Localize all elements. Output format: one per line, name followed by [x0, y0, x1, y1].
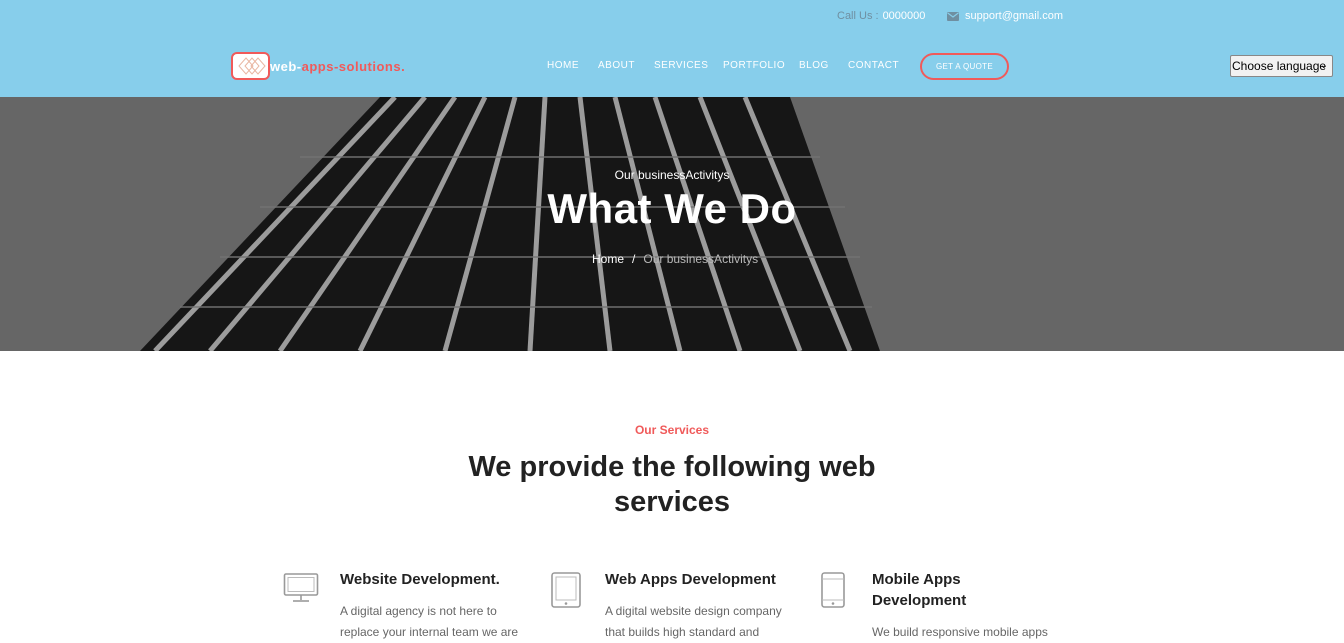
call-us: Call Us : 0000000 [837, 10, 925, 22]
top-info-bar: Call Us : 0000000 support@gmail.com [0, 0, 1344, 36]
support-email[interactable]: support@gmail.com [947, 10, 1063, 22]
logo-text-part1: web- [270, 58, 302, 74]
support-email-text: support@gmail.com [965, 10, 1063, 22]
breadcrumb: Home / Our businessActivitys [592, 252, 758, 266]
language-select-value: Choose language [1232, 59, 1327, 73]
service-title: Web Apps Development [605, 571, 776, 588]
nav-portfolio[interactable]: PORTFOLIO [723, 60, 799, 71]
get-a-quote-button[interactable]: GET A QUOTE [920, 53, 1009, 80]
service-description: A digital website design company [605, 604, 782, 618]
nav-services[interactable]: SERVICES [654, 60, 723, 71]
page-title: What We Do [547, 185, 797, 232]
chevron-down-icon: ⌄ [1319, 60, 1328, 71]
monitor-icon [283, 571, 319, 610]
logo-mark-icon [231, 52, 270, 80]
service-title-line2: Development [872, 592, 967, 609]
service-card-mobileapps: Mobile Apps Development We build respons… [820, 571, 1070, 643]
call-us-number[interactable]: 0000000 [883, 10, 926, 22]
service-card-website: Website Development. A digital agency is… [283, 571, 533, 643]
page-hero: Our businessActivitys What We Do Home / Ou… [0, 97, 1344, 351]
nav-contact[interactable]: CONTACT [848, 60, 908, 71]
service-description: A digital agency is not here to [340, 604, 497, 618]
primary-nav: HOME ABOUT SERVICES PORTFOLIO BLOG CONTA… [547, 60, 908, 71]
services-heading: We provide the following web services [468, 451, 876, 518]
breadcrumb-home-link[interactable]: Home [592, 252, 624, 266]
logo-text: web-apps-solutions. [270, 59, 405, 74]
main-navbar: web-apps-solutions. HOME ABOUT SERVICES … [0, 36, 1344, 97]
service-card-webapps: Web Apps Development A digital website d… [550, 571, 800, 643]
tablet-icon [550, 571, 584, 614]
hero-subtitle: Our businessActivitys [614, 168, 730, 182]
nav-home[interactable]: HOME [547, 60, 598, 71]
nav-about[interactable]: ABOUT [598, 60, 654, 71]
nav-blog[interactable]: BLOG [799, 60, 848, 71]
site-logo[interactable]: web-apps-solutions. [231, 52, 405, 80]
service-description-line2: that builds high standard and [605, 625, 760, 639]
service-title: Website Development. [340, 571, 500, 588]
service-description-line2: replace your internal team we are [340, 625, 519, 639]
mobile-icon [820, 571, 848, 614]
services-kicker: Our Services [634, 423, 710, 437]
envelope-icon [947, 11, 959, 21]
call-us-label: Call Us : [837, 10, 879, 22]
service-description: We build responsive mobile apps [872, 625, 1048, 639]
service-title: Mobile Apps [872, 571, 961, 588]
breadcrumb-separator: / [632, 252, 636, 266]
breadcrumb-current: Our businessActivitys [643, 252, 759, 266]
logo-text-part2: apps-solutions. [301, 58, 406, 74]
language-select[interactable]: Choose language ⌄ [1230, 55, 1333, 77]
